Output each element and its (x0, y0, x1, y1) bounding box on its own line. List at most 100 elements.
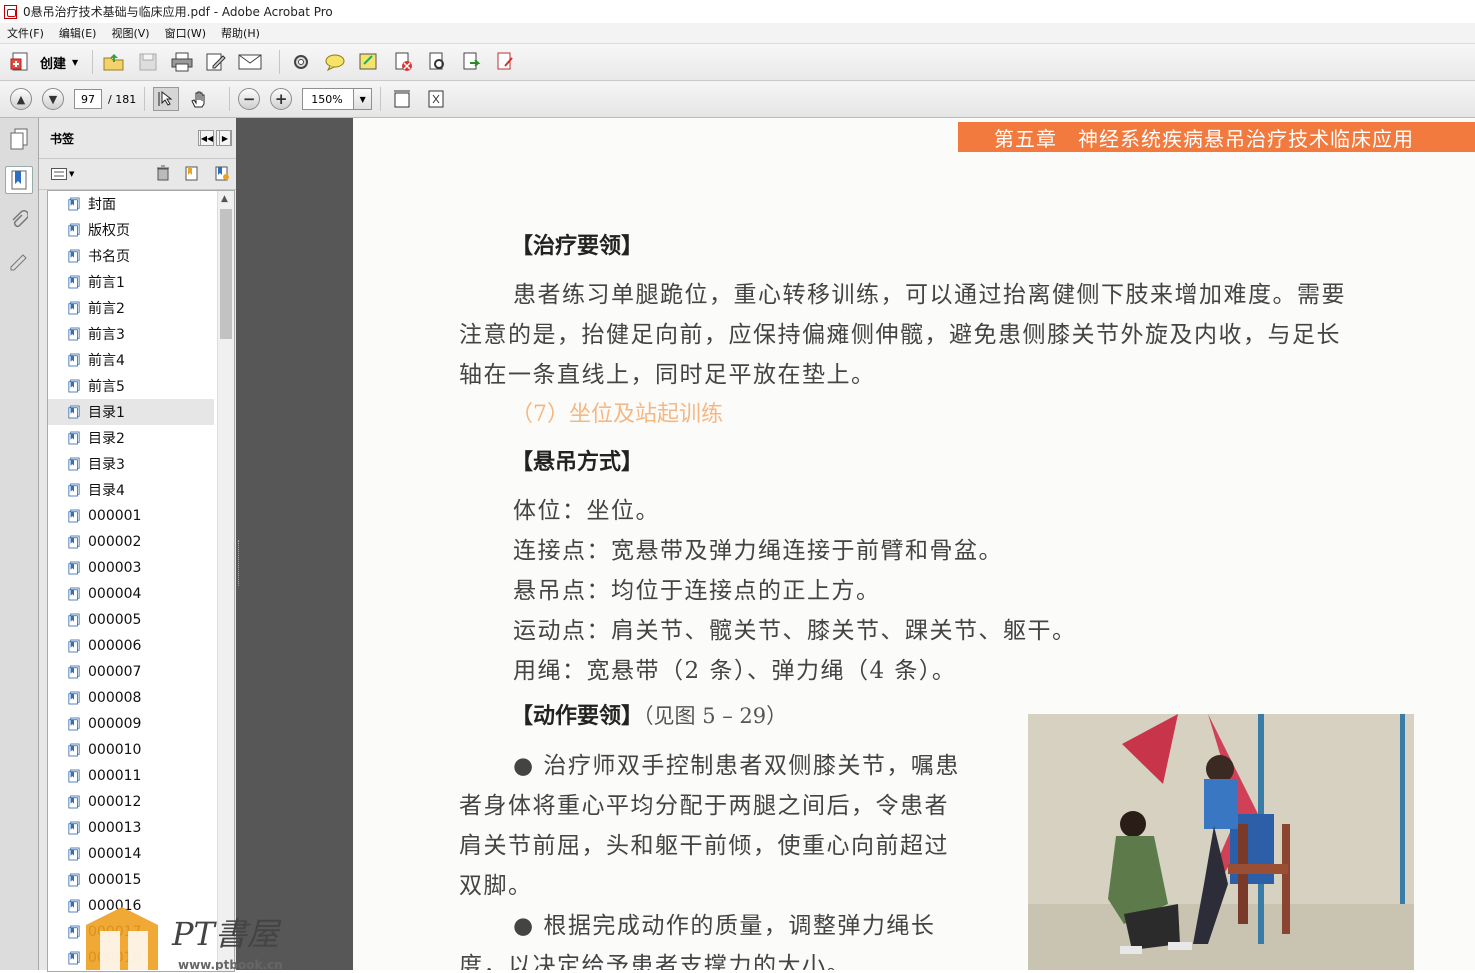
watermark-text: PT書屋 (171, 915, 282, 953)
scroll-up-icon[interactable]: ▲ (221, 194, 228, 204)
sign-button[interactable] (356, 50, 382, 74)
bookmark-item[interactable]: 000015 (48, 867, 214, 893)
bookmark-icon (68, 379, 80, 393)
select-tool-button[interactable] (153, 87, 180, 111)
bookmark-item[interactable]: 目录3 (48, 451, 214, 477)
bookmark-label: 000008 (88, 690, 142, 706)
bookmark-item[interactable]: 000005 (48, 607, 214, 633)
comment-button[interactable] (322, 50, 348, 74)
bookmark-scrollbar[interactable]: ▲ (217, 191, 234, 971)
zoom-dropdown[interactable]: ▼ (354, 88, 373, 110)
paperclip-icon (12, 210, 28, 228)
bookmark-item[interactable]: 000007 (48, 659, 214, 685)
bookmark-item[interactable]: 000001 (48, 503, 214, 529)
bookmark-item[interactable]: 000004 (48, 581, 214, 607)
email-button[interactable] (237, 50, 263, 74)
bookmark-item[interactable]: 前言4 (48, 347, 214, 373)
bookmark-options-button[interactable]: ▼ (51, 168, 74, 180)
bookmark-item[interactable]: 000013 (48, 815, 214, 841)
export-button[interactable] (458, 50, 484, 74)
tag-bookmark-icon (215, 166, 229, 180)
action-line: ● 根据完成动作的质量，调整弹力绳长 (513, 913, 936, 939)
menu-file[interactable]: 文件(F) (7, 25, 44, 41)
minus-icon: − (242, 90, 256, 108)
previous-page-button[interactable]: ▲ (10, 88, 32, 110)
menu-help[interactable]: 帮助(H) (221, 25, 260, 41)
bookmark-from-tag-button[interactable] (214, 165, 230, 184)
bookmark-item[interactable]: 书名页 (48, 243, 214, 269)
bookmark-item[interactable]: 000011 (48, 763, 214, 789)
bookmark-item[interactable]: 000003 (48, 555, 214, 581)
method-line: 悬吊点：均位于连接点的正上方。 (513, 578, 881, 604)
bookmark-item[interactable]: 前言1 (48, 269, 214, 295)
bookmark-item[interactable]: 000010 (48, 737, 214, 763)
scrollbar-thumb[interactable] (220, 209, 232, 339)
zoom-in-button[interactable]: + (270, 88, 293, 110)
print-button[interactable] (169, 50, 195, 74)
menu-edit[interactable]: 编辑(E) (59, 25, 97, 41)
pages-icon (10, 128, 28, 150)
form-button[interactable] (492, 50, 518, 74)
menu-window[interactable]: 窗口(W) (165, 25, 206, 41)
bookmark-label: 000004 (88, 586, 142, 602)
bookmark-item[interactable]: 000002 (48, 529, 214, 555)
create-button[interactable]: 创建 ▼ (10, 51, 78, 73)
action-line: ● 治疗师双手控制患者双侧膝关节，嘱患 (513, 753, 960, 779)
bookmark-list: 封面版权页书名页 前言1 前言2 前言3 前言4 前言5 目录1 目录2 目录3 目录4 00000… (47, 190, 235, 972)
bookmark-label: 封面 (88, 197, 116, 213)
panel-resize-handle[interactable] (238, 540, 241, 586)
redact-button[interactable] (390, 50, 416, 74)
attachments-button[interactable] (6, 208, 32, 234)
double-arrow-left-icon: ◀◀ (199, 130, 215, 146)
bookmark-item[interactable]: 前言2 (48, 295, 214, 321)
bookmark-item[interactable]: 目录4 (48, 477, 214, 503)
next-page-button[interactable]: ▼ (42, 88, 64, 110)
fit-page-button[interactable] (423, 87, 449, 111)
bookmark-item[interactable]: 000008 (48, 685, 214, 711)
bookmark-icon (68, 431, 80, 445)
heading-action-label: 【动作要领】 (511, 704, 644, 729)
bookmark-item[interactable]: 前言5 (48, 373, 214, 399)
delete-bookmark-button[interactable] (156, 165, 170, 184)
bookmark-item[interactable]: 封面 (48, 191, 214, 217)
bookmark-item[interactable]: 000006 (48, 633, 214, 659)
zoom-out-button[interactable]: − (238, 88, 261, 110)
arrow-right-icon: ▶ (219, 130, 231, 146)
hand-tool-button[interactable] (187, 87, 213, 111)
fit-width-button[interactable] (389, 87, 415, 111)
bookmark-item[interactable]: 000012 (48, 789, 214, 815)
new-bookmark-icon (185, 166, 198, 180)
bookmark-label: 版权页 (88, 223, 130, 239)
bookmark-item[interactable]: 目录1 (48, 399, 214, 425)
method-line: 体位：坐位。 (513, 498, 660, 524)
bookmark-label: 目录4 (88, 483, 125, 499)
settings-button[interactable] (288, 50, 314, 74)
signatures-button[interactable] (6, 248, 32, 274)
save-button[interactable] (135, 50, 161, 74)
collapse-panel-button[interactable]: ◀◀ (198, 130, 215, 146)
bookmark-item[interactable]: 目录2 (48, 425, 214, 451)
export-icon (463, 52, 481, 70)
new-bookmark-button[interactable] (184, 165, 200, 184)
open-button[interactable] (101, 50, 127, 74)
edit-document-button[interactable] (203, 50, 229, 74)
bookmark-item[interactable]: 000009 (48, 711, 214, 737)
figure-photo (1028, 714, 1414, 970)
bookmark-item[interactable]: 000014 (48, 841, 214, 867)
comment-icon (325, 54, 345, 72)
panel-options-button[interactable]: ▶ (216, 130, 232, 146)
bookmark-label: 000010 (88, 742, 142, 758)
bookmark-label: 000014 (88, 846, 142, 862)
page-thumbnails-button[interactable] (6, 126, 32, 152)
bookmarks-panel: 书签 ◀◀ ▶ ▼ 封面 版权页 书名页 前言1 前言2 前言3 前言4 前言5 目录1 目录2 目… (39, 118, 237, 972)
bookmark-label: 前言3 (88, 327, 125, 343)
bookmark-item[interactable]: 前言3 (48, 321, 214, 347)
menu-view[interactable]: 视图(V) (111, 25, 149, 41)
zoom-input[interactable]: 150% (302, 88, 355, 110)
therapy-photo-illustration (1028, 714, 1414, 970)
bookmarks-button[interactable] (5, 166, 33, 194)
page-number-input[interactable]: 97 (74, 89, 102, 109)
heading-treatment: 【治疗要领】 (511, 234, 644, 259)
bookmark-item[interactable]: 版权页 (48, 217, 214, 243)
protect-button[interactable] (424, 50, 450, 74)
